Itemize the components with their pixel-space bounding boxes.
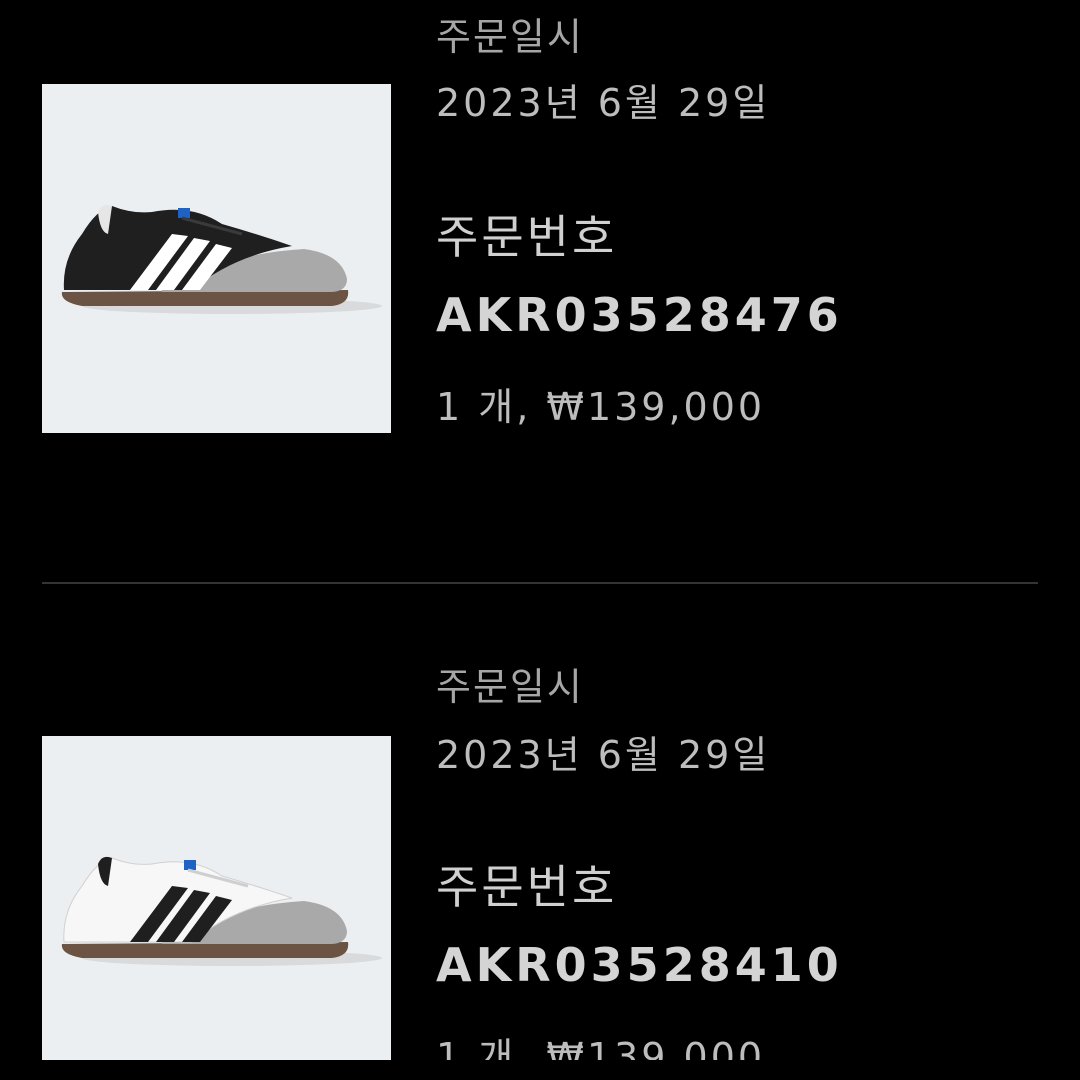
product-thumbnail[interactable] xyxy=(42,84,391,433)
order-date-value: 2023년 6월 29일 xyxy=(436,81,771,125)
white-shoe-image xyxy=(61,856,382,966)
order-date-label: 주문일시 xyxy=(436,15,584,59)
order-number-label: 주문번호 xyxy=(436,210,618,264)
order-number-label: 주문번호 xyxy=(436,860,618,914)
order-list: 주문일시 2023년 6월 29일 주문번호 AKR03528476 1 개, … xyxy=(0,0,1080,1060)
order-number-value[interactable]: AKR03528476 xyxy=(436,292,843,338)
order-date-label: 주문일시 xyxy=(436,665,584,709)
order-number-value[interactable]: AKR03528410 xyxy=(436,942,843,988)
black-shoe-image xyxy=(61,204,382,314)
product-thumbnail[interactable] xyxy=(42,736,391,1060)
order-divider xyxy=(42,582,1038,584)
order-summary: 1 개, ₩139,000 xyxy=(436,385,766,429)
order-summary: 1 개, ₩139,000 xyxy=(436,1035,766,1060)
order-date-value: 2023년 6월 29일 xyxy=(436,733,771,777)
